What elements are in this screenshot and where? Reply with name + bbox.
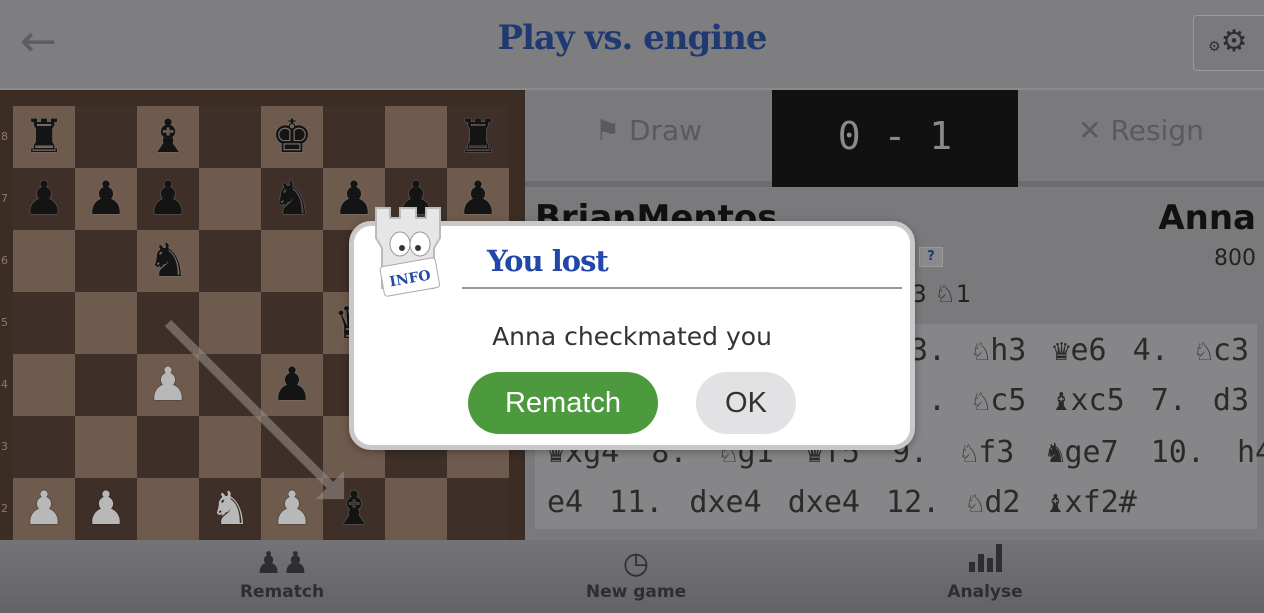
dialog-message: Anna checkmated you — [492, 322, 772, 351]
dialog-title: You lost — [487, 244, 609, 278]
rank-label: 5 — [1, 316, 8, 329]
rematch-button[interactable]: Rematch — [468, 372, 658, 434]
move-line: e4 11. dxe4 dxe4 12. ♘d2 ♝xf2# — [547, 485, 1137, 520]
rematch-tab[interactable]: ♟♟ Rematch — [182, 540, 382, 613]
rank-label: 7 — [1, 192, 8, 205]
divider — [462, 287, 902, 289]
bar-chart-icon — [885, 540, 1085, 582]
help-badge[interactable]: ? — [919, 247, 943, 267]
game-actions: ⚑ Draw 0 - 1 ✕ Resign — [525, 90, 1264, 187]
clock-icon: ◷ — [622, 546, 650, 581]
rank-label: 8 — [1, 130, 8, 143]
page-title: Play vs. engine — [497, 18, 767, 58]
new-game-tab-label: New game — [585, 582, 687, 602]
info-mascot-icon: INFO — [362, 196, 458, 300]
flag-icon: ⚑ — [594, 114, 621, 147]
draw-label: Draw — [628, 114, 703, 147]
analyse-tab-label: Analyse — [947, 582, 1023, 602]
close-icon: ✕ — [1078, 114, 1102, 147]
rank-label: 6 — [1, 254, 8, 267]
gear-icon: ⚙ — [1220, 24, 1248, 59]
pieces-icon: ♟♟ — [255, 546, 309, 581]
bottom-bar: ♟♟ Rematch ◷ New game Analyse — [0, 540, 1264, 613]
black-player-name: Anna — [1158, 198, 1256, 238]
header: ← Play vs. engine ⚙⚙ — [0, 0, 1264, 90]
rank-label: 3 — [1, 440, 8, 453]
rank-label: 2 — [1, 502, 8, 515]
rank-label: 4 — [1, 378, 8, 391]
new-game-tab[interactable]: ◷ New game — [536, 540, 736, 613]
draw-button[interactable]: ⚑ Draw — [525, 90, 772, 181]
black-player-rating: 800 — [1214, 246, 1256, 271]
ok-button[interactable]: OK — [696, 372, 796, 434]
small-gear-icon: ⚙ — [1208, 39, 1221, 55]
settings-button[interactable]: ⚙⚙ — [1193, 15, 1264, 71]
resign-button[interactable]: ✕ Resign — [1018, 90, 1264, 181]
resign-label: Resign — [1110, 114, 1204, 147]
rematch-tab-label: Rematch — [239, 582, 325, 602]
score-display: 0 - 1 — [772, 90, 1018, 187]
analyse-tab[interactable]: Analyse — [885, 540, 1085, 613]
